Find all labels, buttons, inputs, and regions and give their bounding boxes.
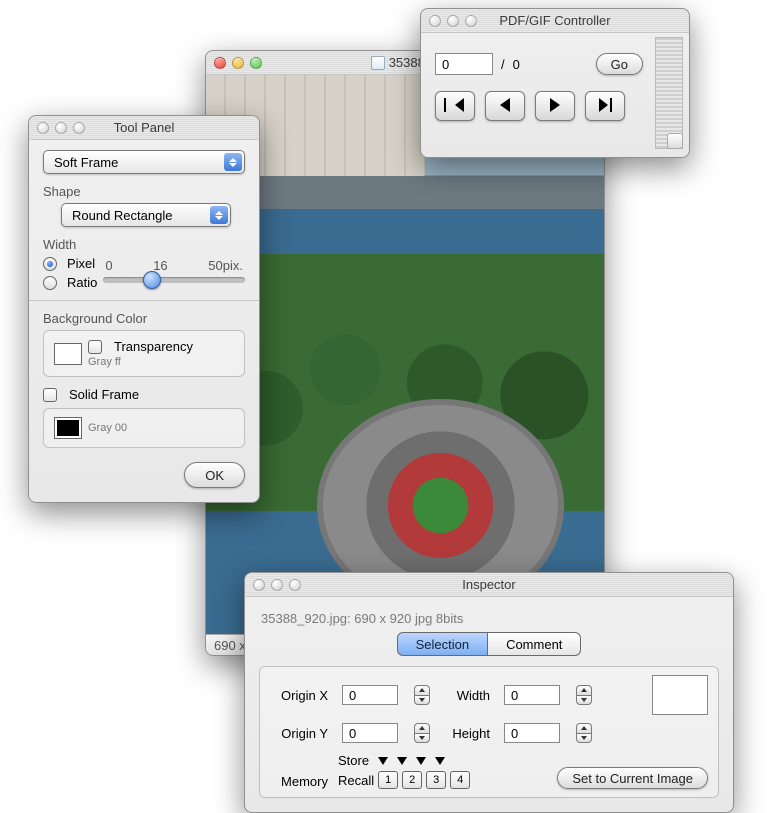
shape-value: Round Rectangle xyxy=(72,208,172,223)
minimize-icon[interactable] xyxy=(271,579,283,591)
height-input[interactable]: 0 xyxy=(504,723,560,743)
ratio-radio[interactable]: Ratio xyxy=(43,275,97,290)
solid-frame-checkbox[interactable]: Solid Frame xyxy=(43,387,245,402)
tool-panel-window: Tool Panel Soft Frame Shape Round Rectan… xyxy=(28,115,260,503)
origin-x-stepper[interactable] xyxy=(414,685,430,705)
selection-preview xyxy=(652,675,708,715)
solid-frame-group: Gray 00 xyxy=(43,408,245,448)
zoom-icon[interactable] xyxy=(250,57,262,69)
shape-heading: Shape xyxy=(43,184,245,199)
recall-slot-4[interactable]: 4 xyxy=(450,771,470,789)
width-slider[interactable] xyxy=(103,277,245,283)
play-reverse-icon xyxy=(500,98,510,115)
solid-color-value: Gray 00 xyxy=(88,422,127,434)
inspector-titlebar[interactable]: Inspector xyxy=(245,573,733,597)
origin-y-input[interactable]: 0 xyxy=(342,723,398,743)
chevron-updown-icon xyxy=(224,153,242,171)
close-icon[interactable] xyxy=(37,122,49,134)
width-heading: Width xyxy=(43,237,245,252)
inspector-file-info: 35388_920.jpg: 690 x 920 jpg 8bits xyxy=(261,611,717,626)
page-separator: / xyxy=(501,57,505,72)
zoom-icon[interactable] xyxy=(73,122,85,134)
zoom-icon[interactable] xyxy=(289,579,301,591)
controller-side-gripper[interactable] xyxy=(655,37,683,149)
slider-max: 50pix. xyxy=(208,258,243,273)
bg-color-value: Gray ff xyxy=(88,356,193,368)
skip-start-icon xyxy=(451,98,460,115)
tool-panel-titlebar[interactable]: Tool Panel xyxy=(29,116,259,140)
close-icon[interactable] xyxy=(253,579,265,591)
image-content[interactable] xyxy=(206,75,604,635)
close-icon[interactable] xyxy=(429,15,441,27)
height-label: Height xyxy=(444,726,490,741)
bg-color-group: Transparency Gray ff xyxy=(43,330,245,377)
bg-color-swatch[interactable] xyxy=(54,343,82,365)
origin-x-label: Origin X xyxy=(270,688,328,703)
slider-thumb[interactable] xyxy=(143,271,161,289)
store-label: Store xyxy=(338,753,369,768)
width-label: Width xyxy=(444,688,490,703)
skip-end-icon xyxy=(599,98,612,115)
chevron-updown-icon xyxy=(210,206,228,224)
store-slot-4[interactable] xyxy=(435,757,445,765)
origin-x-input[interactable]: 0 xyxy=(342,685,398,705)
tool-panel-title: Tool Panel xyxy=(91,120,251,135)
slider-min: 0 xyxy=(105,258,112,273)
close-icon[interactable] xyxy=(214,57,226,69)
mode-popup[interactable]: Soft Frame xyxy=(43,150,245,174)
document-proxy-icon xyxy=(371,56,385,70)
width-input[interactable]: 0 xyxy=(504,685,560,705)
height-stepper[interactable] xyxy=(576,723,592,743)
width-stepper[interactable] xyxy=(576,685,592,705)
play-icon xyxy=(550,98,560,115)
origin-y-stepper[interactable] xyxy=(414,723,430,743)
ok-button[interactable]: OK xyxy=(184,462,245,488)
recall-slot-3[interactable]: 3 xyxy=(426,771,446,789)
set-to-current-image-button[interactable]: Set to Current Image xyxy=(557,767,708,789)
selection-group: Origin X 0 Width 0 Origin Y 0 Height 0 M… xyxy=(259,666,719,798)
recall-label: Recall xyxy=(338,773,374,788)
page-total: 0 xyxy=(513,57,520,72)
minimize-icon[interactable] xyxy=(447,15,459,27)
recall-slot-2[interactable]: 2 xyxy=(402,771,422,789)
last-button[interactable] xyxy=(585,91,625,121)
tab-selection[interactable]: Selection xyxy=(397,632,488,656)
inspector-tabs: Selection Comment xyxy=(259,632,719,656)
mode-value: Soft Frame xyxy=(54,155,118,170)
inspector-window: Inspector 35388_920.jpg: 690 x 920 jpg 8… xyxy=(244,572,734,813)
page-input[interactable]: 0 xyxy=(435,53,493,75)
pixel-radio[interactable]: Pixel xyxy=(43,256,97,271)
prev-button[interactable] xyxy=(485,91,525,121)
shape-popup[interactable]: Round Rectangle xyxy=(61,203,231,227)
origin-y-label: Origin Y xyxy=(270,726,328,741)
bg-color-heading: Background Color xyxy=(43,311,245,326)
zoom-icon[interactable] xyxy=(465,15,477,27)
minimize-icon[interactable] xyxy=(232,57,244,69)
store-slot-3[interactable] xyxy=(416,757,426,765)
store-slot-2[interactable] xyxy=(397,757,407,765)
next-button[interactable] xyxy=(535,91,575,121)
tab-comment[interactable]: Comment xyxy=(488,632,581,656)
solid-color-swatch[interactable] xyxy=(54,417,82,439)
memory-label: Memory xyxy=(270,774,328,789)
inspector-title: Inspector xyxy=(307,577,725,592)
recall-slot-1[interactable]: 1 xyxy=(378,771,398,789)
store-slot-1[interactable] xyxy=(378,757,388,765)
go-button[interactable]: Go xyxy=(596,53,643,75)
pdf-gif-controller-window: PDF/GIF Controller 0 / 0 Go xyxy=(420,8,690,158)
controller-title: PDF/GIF Controller xyxy=(483,13,681,28)
minimize-icon[interactable] xyxy=(55,122,67,134)
first-button[interactable] xyxy=(435,91,475,121)
controller-titlebar[interactable]: PDF/GIF Controller xyxy=(421,9,689,33)
transparency-checkbox[interactable]: Transparency xyxy=(88,339,193,354)
